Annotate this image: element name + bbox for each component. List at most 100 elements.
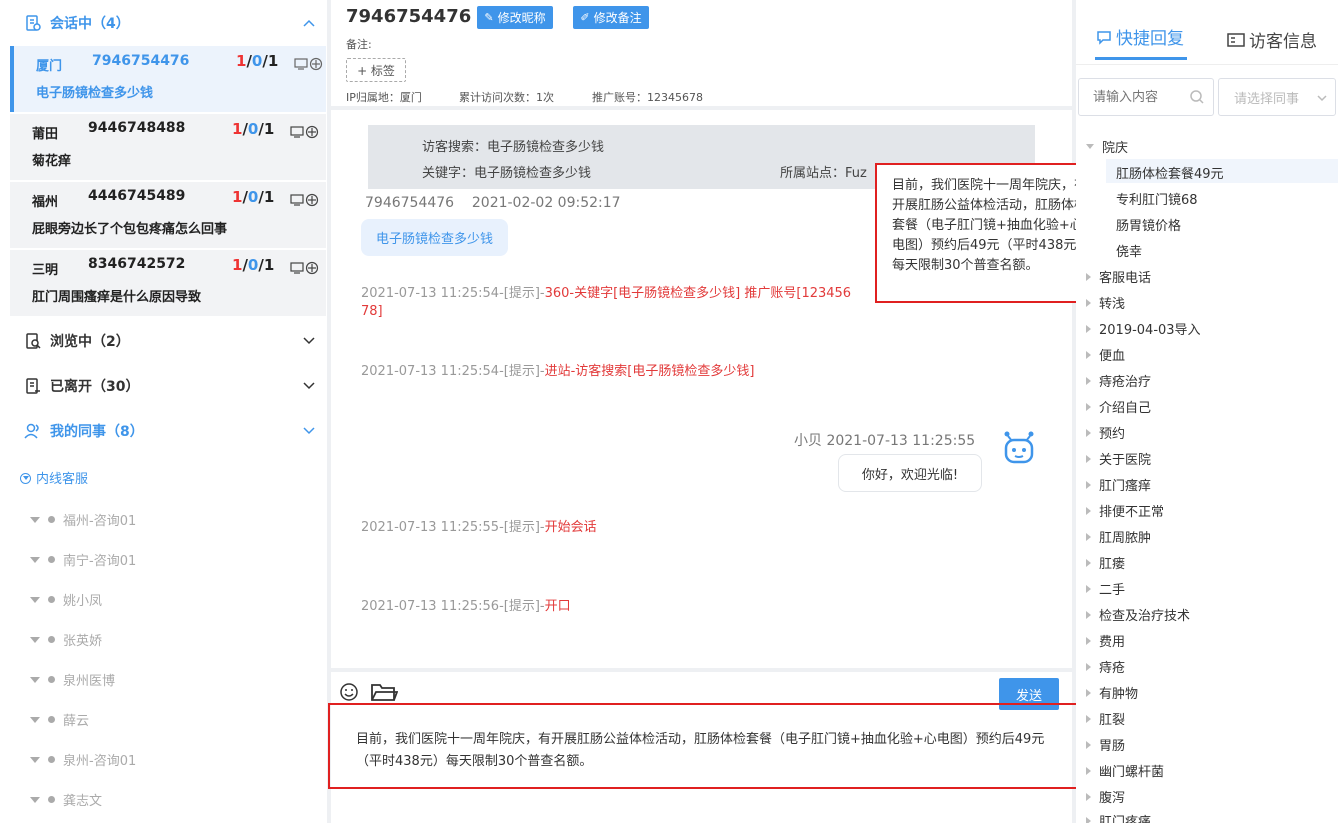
edit-nickname-button[interactable]: ✎ 修改昵称: [477, 6, 553, 29]
tree-node[interactable]: 2019-04-03导入: [1086, 319, 1201, 338]
caret-right-icon: [1086, 272, 1091, 281]
section-left-label: 已离开（30）: [50, 379, 140, 395]
visitor-id-title: 7946754476: [346, 6, 472, 27]
device-status-icons: [290, 261, 319, 275]
folder-icon[interactable]: [370, 681, 398, 703]
status-dot: [48, 556, 55, 563]
chat-doc-icon: [26, 15, 41, 31]
colleague-item[interactable]: 福州-咨询01: [30, 510, 136, 529]
chevron-down-icon[interactable]: [301, 423, 317, 439]
tree-node[interactable]: 客服电话: [1086, 267, 1151, 286]
tree-node[interactable]: 关于医院: [1086, 449, 1151, 468]
colleague-item[interactable]: 龚志文: [30, 790, 102, 809]
tree-leaf[interactable]: 侥幸: [1116, 241, 1142, 260]
section-browsing-label: 浏览中（2）: [50, 334, 130, 350]
tree-node-root[interactable]: 院庆: [1086, 137, 1128, 156]
colleague-name: 张英娇: [63, 634, 103, 649]
system-tip: 2021-07-13 11:25:54-[提示]-进站-访客搜索[电子肠镜检查多…: [361, 364, 755, 379]
add-tag-button[interactable]: + 标签: [346, 58, 406, 82]
caret-right-icon: [1086, 298, 1091, 307]
caret-right-icon: [1086, 816, 1091, 823]
id-card-icon: [1227, 32, 1245, 47]
group-internal-service[interactable]: 内线客服: [20, 468, 88, 487]
tree-node[interactable]: 便血: [1086, 345, 1125, 364]
status-dot: [48, 516, 55, 523]
colleague-item[interactable]: 泉州-咨询01: [30, 750, 136, 769]
colleague-item[interactable]: 姚小凤: [30, 590, 102, 609]
search-icon: [1190, 90, 1204, 104]
chevron-down-icon[interactable]: [301, 333, 317, 349]
chevron-down-icon[interactable]: [301, 378, 317, 394]
tree-leaf[interactable]: 肛肠体检套餐49元: [1116, 163, 1224, 182]
session-city: 莆田: [32, 127, 59, 142]
users-icon: [24, 423, 39, 439]
caret-right-icon: [1086, 792, 1091, 801]
tree-node[interactable]: 肛门疼痛: [1086, 811, 1151, 823]
edit-note-button[interactable]: ✐ 修改备注: [573, 6, 649, 29]
tree-node[interactable]: 腹泻: [1086, 787, 1125, 806]
section-active-sessions[interactable]: 会话中（4）: [0, 1, 327, 45]
session-last-message: 屁眼旁边长了个包包疼痛怎么回事: [32, 222, 228, 237]
tree-node[interactable]: 介绍自己: [1086, 397, 1151, 416]
tree-node[interactable]: 痔疮治疗: [1086, 371, 1151, 390]
tree-node[interactable]: 幽门螺杆菌: [1086, 761, 1164, 780]
colleague-item[interactable]: 张英娇: [30, 630, 102, 649]
section-colleagues[interactable]: 我的同事（8）: [0, 409, 327, 453]
tree-node[interactable]: 肛门瘙痒: [1086, 475, 1151, 494]
tree-node[interactable]: 肛裂: [1086, 709, 1125, 728]
visitor-header: 7946754476 ✎ 修改昵称 ✐ 修改备注 备注: + 标签 IP归属地：厦门…: [331, 0, 1072, 106]
tree-node[interactable]: 肛瘘: [1086, 553, 1125, 572]
status-dot: [48, 756, 55, 763]
expand-caret-icon: [30, 796, 40, 803]
session-visitor-id: 8346742572: [88, 256, 186, 272]
promo-account: 推广账号：12345678: [592, 91, 703, 104]
session-visitor-id: 9446748488: [88, 120, 186, 136]
emoji-icon[interactable]: [339, 682, 359, 702]
system-tip-cont: 78]: [361, 304, 383, 319]
info-keyword: 关键字：电子肠镜检查多少钱: [422, 166, 592, 181]
tree-leaf[interactable]: 肠胃镜价格: [1116, 215, 1181, 234]
colleague-name: 姚小凤: [63, 594, 103, 609]
tab-quick-reply[interactable]: 快捷回复: [1096, 24, 1184, 49]
tab-divider: [1076, 64, 1338, 65]
tree-node[interactable]: 肛周脓肿: [1086, 527, 1151, 546]
caret-right-icon: [1086, 714, 1091, 723]
tree-leaf[interactable]: 专利肛门镜68: [1116, 189, 1198, 208]
tree-node[interactable]: 二手: [1086, 579, 1125, 598]
visit-count: 累计访问次数：1次: [459, 91, 554, 104]
tree-node[interactable]: 费用: [1086, 631, 1125, 650]
colleague-item[interactable]: 薛云: [30, 710, 89, 729]
tree-node[interactable]: 排便不正常: [1086, 501, 1164, 520]
tree-node[interactable]: 预约: [1086, 423, 1125, 442]
active-tab-underline: [1095, 57, 1187, 60]
section-left[interactable]: 已离开（30）: [0, 364, 327, 408]
tree-node[interactable]: 检查及治疗技术: [1086, 605, 1190, 624]
chevron-up-icon[interactable]: [301, 15, 317, 31]
collapse-circle-icon: [20, 473, 31, 484]
colleague-select[interactable]: 请选择同事: [1218, 78, 1336, 116]
session-city: 厦门: [36, 59, 63, 74]
colleague-item[interactable]: 南宁-咨询01: [30, 550, 136, 569]
colleague-item[interactable]: 泉州医博: [30, 670, 115, 689]
tree-node[interactable]: 痔疮: [1086, 657, 1125, 676]
browse-doc-icon: [26, 333, 41, 349]
caret-right-icon: [1086, 558, 1091, 567]
section-browsing[interactable]: 浏览中（2）: [0, 319, 327, 363]
caret-right-icon: [1086, 636, 1091, 645]
session-item[interactable]: 莆田 9446748488 1/0/1 菊花痒: [10, 114, 326, 180]
session-item[interactable]: 三明 8346742572 1/0/1 肛门周围瘙痒是什么原因导致: [10, 250, 326, 316]
section-active-label: 会话中（4）: [50, 16, 130, 32]
colleague-name: 泉州医博: [63, 674, 116, 689]
session-item[interactable]: 厦门 7946754476 1/0/1 电子肠镜检查多少钱: [10, 46, 326, 112]
visitor-message-meta: 7946754476 2021-02-02 09:52:17: [365, 195, 621, 211]
tab-visitor-info[interactable]: 访客信息: [1227, 27, 1317, 52]
session-item[interactable]: 福州 4446745489 1/0/1 屁眼旁边长了个包包疼痛怎么回事: [10, 182, 326, 248]
left-doc-icon: [26, 378, 40, 394]
expand-caret-icon: [30, 516, 40, 523]
tree-node[interactable]: 有肿物: [1086, 683, 1138, 702]
session-last-message: 菊花痒: [32, 154, 72, 169]
device-status-icons: [290, 193, 319, 207]
tree-node[interactable]: 转浅: [1086, 293, 1125, 312]
tree-node[interactable]: 胃肠: [1086, 735, 1125, 754]
group-label: 内线客服: [36, 472, 89, 487]
